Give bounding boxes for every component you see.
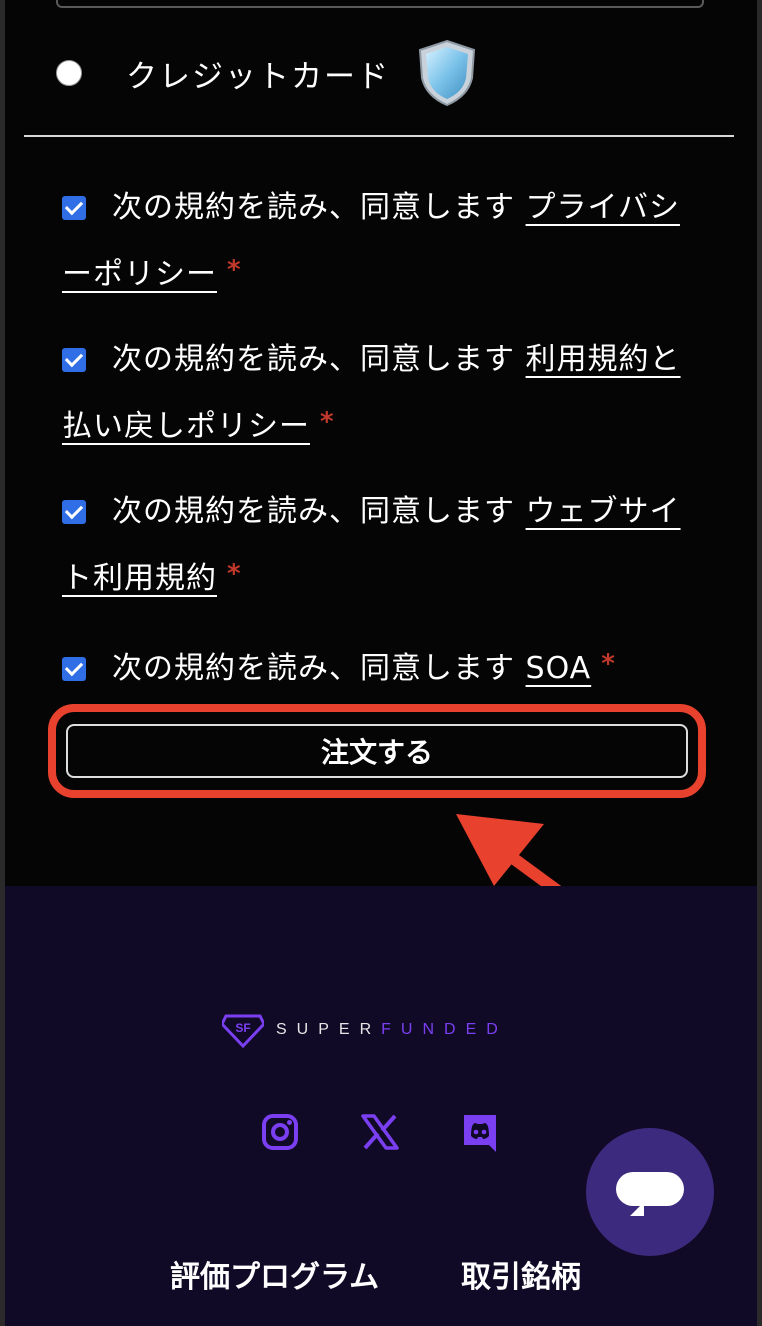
- chat-widget-button[interactable]: [586, 1128, 714, 1256]
- agreement-soa: 次の規約を読み、同意します SOA *: [62, 633, 702, 700]
- credit-card-radio[interactable]: [56, 60, 82, 86]
- discord-icon[interactable]: [460, 1112, 500, 1152]
- site-footer: [5, 886, 757, 1326]
- superfunded-logo[interactable]: SF SUPERFUNDED: [222, 1012, 508, 1048]
- superfunded-logo-mark-icon: SF: [222, 1014, 264, 1048]
- instagram-icon[interactable]: [260, 1112, 300, 1152]
- soa-checkbox[interactable]: [62, 657, 86, 681]
- order-button[interactable]: 注文する: [66, 724, 688, 778]
- footer-link-instruments[interactable]: 取引銘柄: [461, 1252, 581, 1296]
- footer-link-evaluation-program[interactable]: 評価プログラム: [170, 1252, 379, 1296]
- agreement-terms-refund: 次の規約を読み、同意します 利用規約と払い戻しポリシー *: [62, 329, 702, 458]
- chat-bubble-icon: [616, 1172, 684, 1206]
- required-marker: *: [320, 407, 335, 437]
- shield-icon: [418, 39, 476, 107]
- agreement-website-terms: 次の規約を読み、同意します ウェブサイト利用規約 *: [62, 481, 702, 610]
- section-divider: [24, 135, 734, 137]
- soa-link[interactable]: SOA: [526, 651, 592, 686]
- x-icon[interactable]: [360, 1112, 400, 1152]
- right-frame: [757, 0, 762, 1326]
- website-terms-checkbox[interactable]: [62, 500, 86, 524]
- credit-card-label: クレジットカード: [126, 58, 390, 95]
- payment-option-credit-card[interactable]: クレジットカード: [56, 38, 478, 108]
- privacy-checkbox[interactable]: [62, 196, 86, 220]
- agreement-prefix: 次の規約を読み、同意します: [112, 342, 515, 377]
- required-marker: *: [227, 255, 242, 285]
- svg-text:SF: SF: [235, 1021, 250, 1035]
- required-marker: *: [601, 649, 616, 679]
- previous-field-box: [56, 0, 704, 8]
- chat-bubble-tail: [630, 1202, 644, 1216]
- order-button-highlight: 注文する: [48, 704, 706, 798]
- logo-word-funded: FUNDED: [381, 1021, 508, 1038]
- logo-word-super: SUPER: [276, 1021, 382, 1038]
- logo-wordmark: SUPERFUNDED: [276, 1021, 508, 1039]
- terms-refund-checkbox[interactable]: [62, 348, 86, 372]
- agreement-prefix: 次の規約を読み、同意します: [112, 651, 515, 686]
- required-marker: *: [227, 559, 242, 589]
- agreement-prefix: 次の規約を読み、同意します: [112, 190, 515, 225]
- agreement-prefix: 次の規約を読み、同意します: [112, 494, 515, 529]
- agreement-privacy: 次の規約を読み、同意します プライバシーポリシー *: [62, 177, 702, 306]
